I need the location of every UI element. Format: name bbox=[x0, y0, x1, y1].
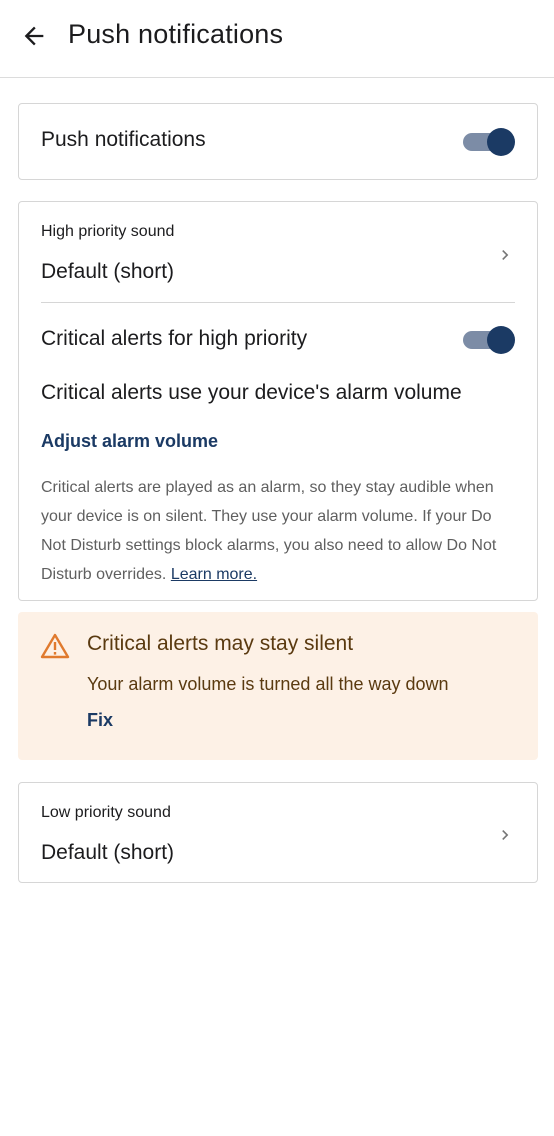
page-title: Push notifications bbox=[68, 19, 284, 49]
chevron-right-icon bbox=[502, 250, 509, 260]
high-priority-card: High priority sound Default (short) Crit… bbox=[18, 201, 538, 601]
toggle-thumb bbox=[487, 128, 515, 156]
low-priority-sound-value: Default (short) bbox=[41, 841, 175, 864]
push-notifications-label: Push notifications bbox=[41, 128, 206, 151]
warning-title: Critical alerts may stay silent bbox=[87, 632, 354, 655]
toggle-thumb bbox=[487, 326, 515, 354]
high-priority-sound-row[interactable]: High priority sound Default (short) bbox=[19, 202, 537, 302]
learn-more-link[interactable]: Learn more. bbox=[171, 566, 257, 583]
high-priority-sound-label: High priority sound bbox=[41, 223, 175, 240]
low-priority-sound-label: Low priority sound bbox=[41, 804, 171, 821]
push-notifications-card: Push notifications bbox=[18, 103, 538, 180]
critical-alerts-toggle[interactable] bbox=[461, 325, 515, 355]
critical-alerts-warning-banner: Critical alerts may stay silent Your ala… bbox=[18, 612, 538, 760]
critical-alerts-description: Critical alerts are played as an alarm, … bbox=[41, 473, 515, 589]
adjust-alarm-volume-link[interactable]: Adjust alarm volume bbox=[41, 431, 218, 452]
back-button[interactable] bbox=[18, 20, 50, 52]
warning-triangle-icon bbox=[40, 633, 70, 659]
high-priority-sound-value: Default (short) bbox=[41, 260, 175, 283]
arrow-left-icon bbox=[24, 26, 44, 46]
warning-body: Your alarm volume is turned all the way … bbox=[87, 674, 449, 694]
low-priority-card[interactable]: Low priority sound Default (short) bbox=[18, 782, 538, 883]
alarm-volume-heading: Critical alerts use your device's alarm … bbox=[41, 381, 462, 404]
chevron-right-icon bbox=[502, 830, 509, 840]
app-bar: Push notifications bbox=[0, 0, 554, 78]
critical-alerts-label: Critical alerts for high priority bbox=[41, 327, 308, 350]
fix-button[interactable]: Fix bbox=[87, 710, 113, 731]
divider bbox=[41, 302, 515, 303]
description-text: Critical alerts are played as an alarm, … bbox=[41, 479, 497, 583]
push-notifications-toggle[interactable] bbox=[461, 127, 515, 157]
